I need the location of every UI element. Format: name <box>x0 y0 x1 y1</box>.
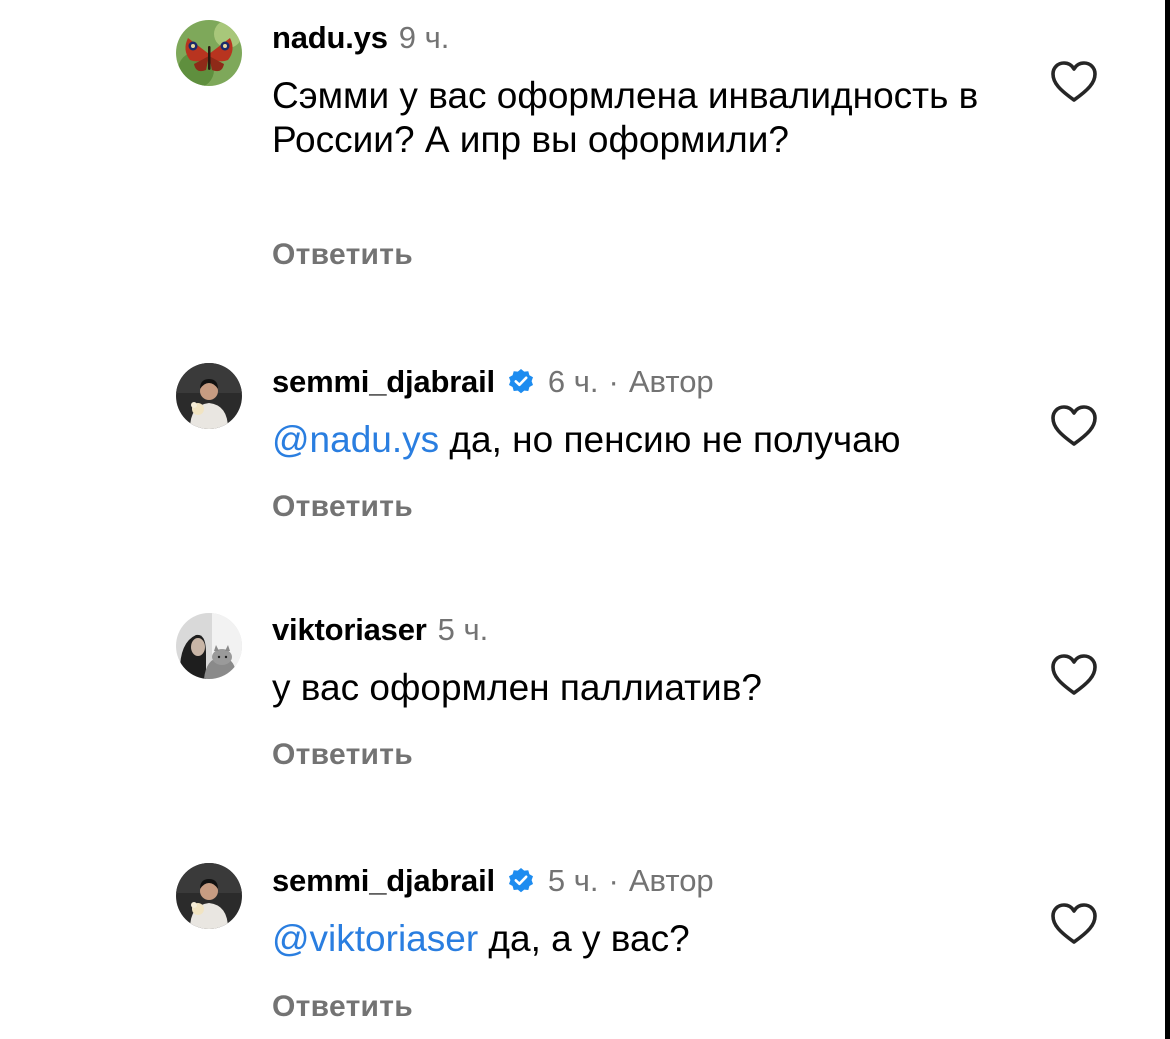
comment-item: viktoriaser 5 ч. у вас оформлен паллиати… <box>0 590 1165 790</box>
comment-time: 5 ч. <box>547 863 599 898</box>
heart-outline-icon[interactable] <box>1050 653 1098 697</box>
heart-outline-icon[interactable] <box>1050 404 1098 448</box>
comment-header: semmi_djabrail 5 ч. · Автор <box>272 861 714 901</box>
comment-body: да, но пенсию не получаю <box>439 419 901 460</box>
verified-badge-icon <box>507 368 535 396</box>
comment-header: semmi_djabrail 6 ч. · Автор <box>272 362 714 402</box>
username[interactable]: viktoriaser <box>272 612 427 648</box>
author-label: Автор <box>628 364 714 399</box>
mention-link[interactable]: @viktoriaser <box>272 918 478 959</box>
comment-header: nadu.ys 9 ч. <box>272 18 449 58</box>
comment-text: @viktoriaser да, а у вас? <box>272 917 992 961</box>
heart-outline-icon[interactable] <box>1050 902 1098 946</box>
mention-link[interactable]: @nadu.ys <box>272 419 439 460</box>
comment-time: 9 ч. <box>398 20 450 55</box>
comment-text: Сэмми у вас оформлена инвалидность в Рос… <box>272 74 992 162</box>
reply-button[interactable]: Ответить <box>272 490 413 524</box>
avatar[interactable] <box>176 863 242 929</box>
comment-text: у вас оформлен паллиатив? <box>272 666 992 710</box>
comment-text: @nadu.ys да, но пенсию не получаю <box>272 418 992 462</box>
comment-body: Сэмми у вас оформлена инвалидность в Рос… <box>272 75 979 160</box>
heart-outline-icon[interactable] <box>1050 60 1098 104</box>
separator-dot: · <box>608 364 619 399</box>
reply-button[interactable]: Ответить <box>272 238 413 272</box>
avatar[interactable] <box>176 20 242 86</box>
verified-badge-icon <box>507 867 535 895</box>
separator-dot: · <box>608 863 619 898</box>
comment-time: 5 ч. <box>437 612 489 647</box>
comment-item: semmi_djabrail 6 ч. · Автор @nadu.ys да,… <box>0 340 1165 540</box>
comment-body: да, а у вас? <box>478 918 690 959</box>
reply-button[interactable]: Ответить <box>272 738 413 772</box>
author-label: Автор <box>628 863 714 898</box>
comments-page: nadu.ys 9 ч. Сэмми у вас оформлена инвал… <box>0 0 1165 1039</box>
comment-item: semmi_djabrail 5 ч. · Автор @viktoriaser… <box>0 840 1165 1039</box>
username[interactable]: semmi_djabrail <box>272 364 495 400</box>
username[interactable]: nadu.ys <box>272 20 388 56</box>
reply-button[interactable]: Ответить <box>272 990 413 1024</box>
avatar[interactable] <box>176 613 242 679</box>
username[interactable]: semmi_djabrail <box>272 863 495 899</box>
comment-time: 6 ч. <box>547 364 599 399</box>
avatar[interactable] <box>176 363 242 429</box>
comment-header: viktoriaser 5 ч. <box>272 610 488 650</box>
comment-item: nadu.ys 9 ч. Сэмми у вас оформлена инвал… <box>0 0 1165 300</box>
comment-body: у вас оформлен паллиатив? <box>272 667 762 708</box>
